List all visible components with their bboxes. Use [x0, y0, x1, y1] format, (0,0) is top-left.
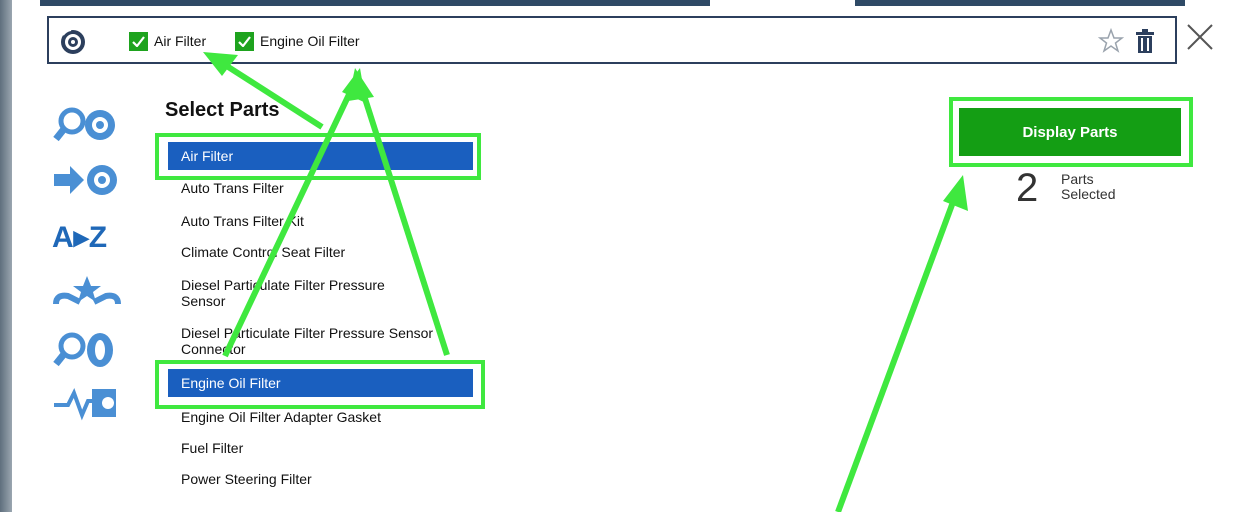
list-item[interactable]: Diesel Particulate Filter Pressure Senso…	[168, 277, 433, 309]
highlight-box	[949, 97, 1193, 167]
top-divider	[40, 0, 710, 6]
chip-engine-oil-filter[interactable]: Engine Oil Filter	[235, 31, 360, 51]
search-tire-icon[interactable]	[52, 330, 122, 370]
checkbox-checked-icon[interactable]	[235, 31, 254, 51]
a-to-z-icon[interactable]: A▸Z	[52, 218, 122, 258]
arrow-brake-icon[interactable]	[52, 160, 122, 200]
star-icon[interactable]	[1098, 28, 1124, 54]
count-label-line: Selected	[1061, 186, 1116, 202]
count-label-line: Parts	[1061, 171, 1094, 187]
list-item[interactable]: Fuel Filter	[168, 440, 473, 456]
chip-label: Air Filter	[154, 33, 207, 49]
list-item[interactable]: Auto Trans Filter Kit	[168, 213, 473, 229]
chip-label: Engine Oil Filter	[260, 33, 360, 49]
highlight-box	[155, 133, 481, 180]
top-divider	[855, 0, 1185, 6]
selected-parts-bar: Air Filter Engine Oil Filter	[47, 16, 1177, 64]
list-item[interactable]: Power Steering Filter	[168, 471, 473, 487]
brake-rotor-icon	[61, 29, 85, 54]
trash-icon[interactable]	[1134, 28, 1156, 54]
checkbox-checked-icon[interactable]	[129, 31, 148, 51]
list-title: Select Parts	[165, 99, 280, 121]
window-edge	[0, 0, 12, 512]
wrench-star-icon[interactable]	[52, 274, 122, 314]
close-icon[interactable]	[1185, 22, 1215, 52]
parts-count: 2	[1016, 166, 1039, 210]
parts-count-label: Parts Selected	[1061, 172, 1115, 202]
search-brake-icon[interactable]	[52, 105, 122, 145]
chip-air-filter[interactable]: Air Filter	[129, 31, 206, 51]
list-item[interactable]: Climate Control Seat Filter	[168, 244, 473, 260]
highlight-box	[155, 360, 485, 409]
engine-diagnostic-icon[interactable]	[52, 383, 122, 423]
list-item[interactable]: Diesel Particulate Filter Pressure Senso…	[168, 325, 448, 357]
list-item[interactable]: Auto Trans Filter	[168, 180, 473, 196]
list-item[interactable]: Engine Oil Filter Adapter Gasket	[168, 409, 473, 425]
